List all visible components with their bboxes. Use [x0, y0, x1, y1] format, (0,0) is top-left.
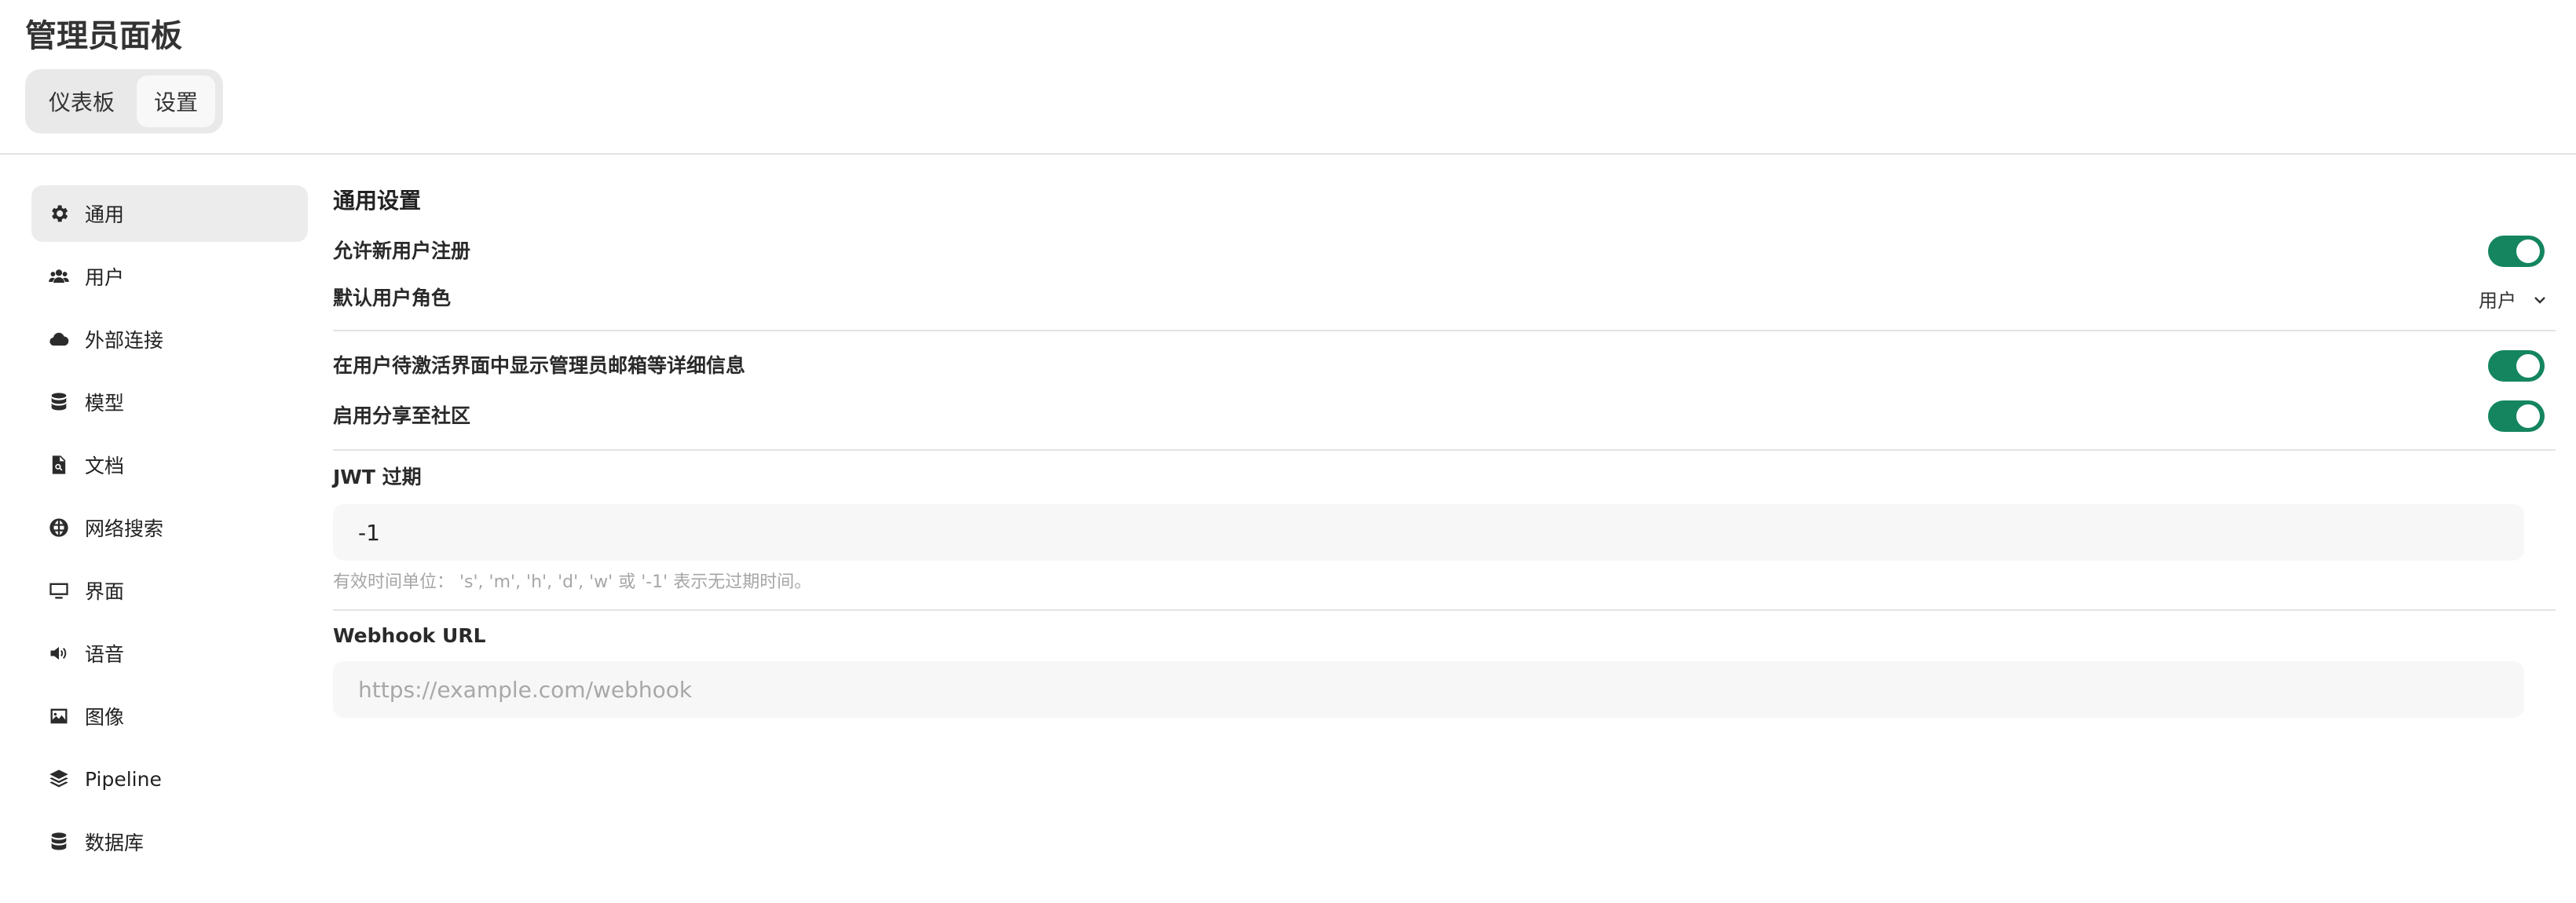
sidebar-item-web-search[interactable]: 网络搜索 [31, 499, 308, 556]
sidebar-item-label: 界面 [85, 580, 125, 603]
sidebar-item-label: 用户 [85, 266, 125, 289]
toggle-knob [2516, 404, 2540, 428]
sidebar-item-label: 模型 [85, 392, 125, 415]
sidebar-item-connections[interactable]: 外部连接 [31, 311, 308, 367]
sidebar-item-users[interactable]: 用户 [31, 248, 308, 305]
sidebar-item-label: 语音 [85, 643, 125, 666]
community-sharing-label: 启用分享至社区 [333, 404, 471, 427]
sidebar-item-label: Pipeline [85, 767, 162, 791]
tab-dashboard[interactable]: 仪表板 [31, 75, 132, 127]
jwt-expiry-input[interactable] [333, 504, 2524, 561]
header-divider [0, 153, 2576, 155]
gear-icon [47, 202, 71, 225]
sidebar-item-audio[interactable]: 语音 [31, 625, 308, 682]
community-sharing-toggle[interactable] [2488, 400, 2545, 432]
sidebar-item-general[interactable]: 通用 [31, 185, 308, 242]
page-title: 管理员面板 [25, 18, 182, 54]
webhook-url-input[interactable] [333, 661, 2524, 718]
chevron-down-icon [2532, 291, 2548, 306]
toggle-knob [2516, 354, 2540, 378]
jwt-expiry-label: JWT 过期 [333, 466, 422, 488]
show-admin-details-toggle[interactable] [2488, 350, 2545, 382]
globe-icon [47, 516, 71, 539]
top-tabs: 仪表板 设置 [25, 69, 223, 133]
sidebar-item-documents[interactable]: 文档 [31, 437, 308, 493]
sidebar-item-label: 网络搜索 [85, 517, 164, 540]
default-role-select[interactable]: 用户 [2479, 284, 2548, 313]
webhook-url-label: Webhook URL [333, 624, 486, 647]
sidebar-item-models[interactable]: 模型 [31, 374, 308, 430]
show-admin-details-label: 在用户待激活界面中显示管理员邮箱等详细信息 [333, 354, 746, 377]
jwt-expiry-hint: 有效时间单位： 's', 'm', 'h', 'd', 'w' 或 '-1' 表… [333, 572, 812, 592]
sidebar-item-label: 文档 [85, 455, 125, 477]
toggle-knob [2516, 239, 2540, 263]
section-divider [333, 330, 2556, 331]
cloud-icon [47, 327, 71, 351]
tab-settings[interactable]: 设置 [137, 75, 216, 127]
sidebar-item-interface[interactable]: 界面 [31, 562, 308, 619]
sidebar-item-images[interactable]: 图像 [31, 688, 308, 744]
users-icon [47, 265, 71, 288]
allow-signup-label: 允许新用户注册 [333, 239, 471, 262]
sidebar-item-label: 通用 [85, 203, 125, 226]
allow-signup-toggle[interactable] [2488, 236, 2545, 267]
sidebar-item-label: 外部连接 [85, 329, 164, 352]
layers-icon [47, 767, 71, 791]
sidebar-item-label: 数据库 [85, 832, 145, 854]
speaker-icon [47, 642, 71, 665]
document-search-icon [47, 453, 71, 477]
sidebar-item-pipeline[interactable]: Pipeline [31, 751, 308, 807]
sidebar-item-database[interactable]: 数据库 [31, 813, 308, 870]
database-icon [47, 830, 71, 854]
default-role-label: 默认用户角色 [333, 287, 452, 309]
sidebar-item-label: 图像 [85, 706, 125, 729]
monitor-icon [47, 579, 71, 602]
section-title: 通用设置 [333, 188, 422, 214]
database-icon [47, 390, 71, 414]
default-role-value: 用户 [2479, 289, 2516, 312]
section-divider [333, 609, 2556, 611]
section-divider [333, 449, 2556, 451]
image-icon [47, 704, 71, 728]
